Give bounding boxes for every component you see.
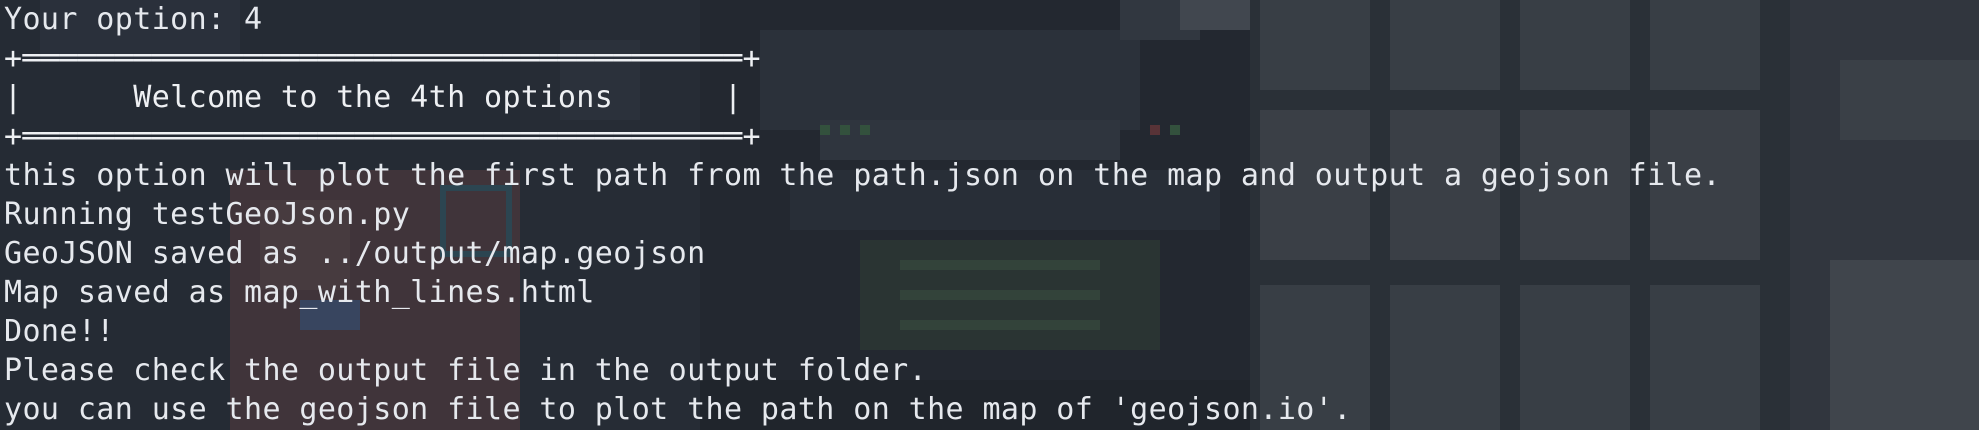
- map-saved-line: Map saved as map_with_lines.html: [4, 275, 595, 310]
- prompt-line: Your option: 4: [4, 2, 263, 37]
- check-output-line: Please check the output file in the outp…: [4, 353, 928, 388]
- terminal-output: Your option: 4 +════════════════════════…: [0, 0, 1979, 429]
- hint-line: you can use the geojson file to plot the…: [4, 392, 1352, 427]
- banner-title: | Welcome to the 4th options |: [4, 80, 743, 115]
- description-line: this option will plot the first path fro…: [4, 158, 1721, 193]
- running-line: Running testGeoJson.py: [4, 197, 411, 232]
- terminal-window[interactable]: Your option: 4 +════════════════════════…: [0, 0, 1979, 430]
- banner-border-bottom: +═══════════════════════════════════════…: [4, 119, 761, 154]
- done-line: Done!!: [4, 314, 115, 349]
- geojson-saved-line: GeoJSON saved as ../output/map.geojson: [4, 236, 706, 271]
- banner-border-top: +═══════════════════════════════════════…: [4, 41, 761, 76]
